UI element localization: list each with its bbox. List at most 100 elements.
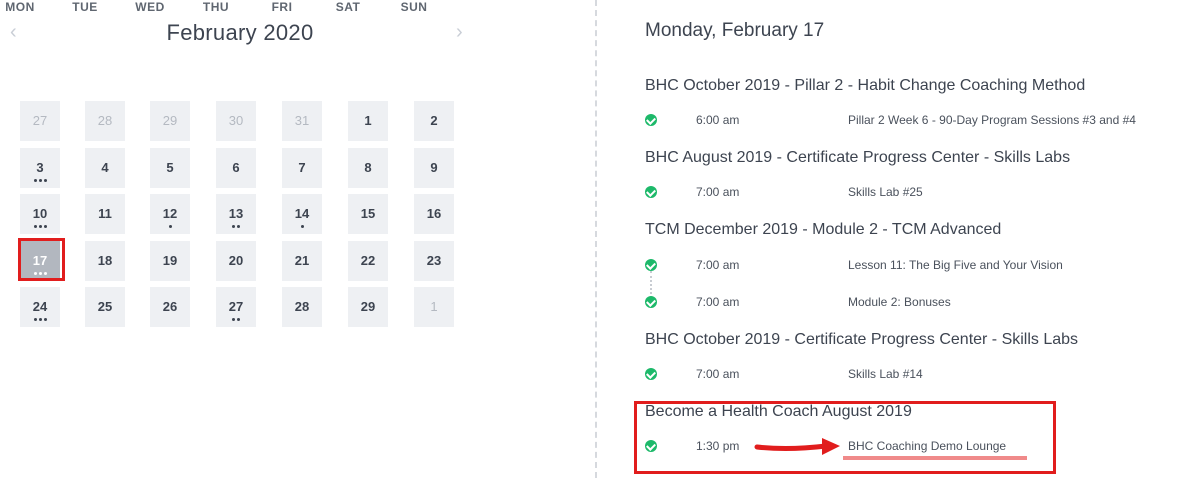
day-number: 2 [430,113,438,128]
session-row[interactable]: 7:00 am Skills Lab #25 [645,184,1181,202]
session-connector-line [650,271,652,294]
calendar-day[interactable]: 29 [150,101,190,141]
weekday-label: FRI [271,0,293,14]
session-time: 7:00 am [696,185,740,199]
session-time: 7:00 am [696,258,740,272]
day-title: Monday, February 17 [645,20,825,41]
calendar-day[interactable]: 8 [348,147,388,188]
calendar-day[interactable]: 24 [20,287,60,327]
session-time: 7:00 am [696,295,740,309]
day-number: 10 [32,206,48,221]
day-number: 18 [97,252,113,268]
calendar-day[interactable]: 1 [414,287,454,327]
event-dots-icon [282,221,322,228]
calendar-day[interactable]: 27 [216,287,256,327]
month-title: February 2020 [166,20,314,45]
chevron-right-icon[interactable]: › [456,22,463,42]
calendar-day[interactable]: 26 [150,287,190,327]
calendar-day[interactable]: 3 [20,147,60,188]
calendar-day[interactable]: 23 [414,240,454,281]
calendar-day[interactable]: 5 [150,147,190,188]
weekday-label: TUE [72,0,98,14]
day-number: 28 [294,299,310,314]
calendar-day[interactable]: 28 [85,101,125,141]
day-number: 25 [97,299,113,314]
weekday-label: WED [135,0,165,14]
session-name[interactable]: Pillar 2 Week 6 - 90-Day Program Session… [848,113,1136,127]
day-number: 22 [360,252,376,268]
weekday-label: THU [202,0,230,14]
check-circle-icon [645,186,657,198]
day-number: 19 [162,252,178,268]
calendar-day[interactable]: 6 [216,147,256,188]
calendar-day[interactable]: 1 [348,101,388,141]
session-row[interactable]: 6:00 am Pillar 2 Week 6 - 90-Day Program… [645,112,1181,130]
day-number: 8 [364,159,372,175]
annotation-underline [843,456,1027,460]
day-number: 1 [430,299,438,314]
calendar-day[interactable]: 27 [20,101,60,141]
calendar-day[interactable]: 28 [282,287,322,327]
day-number: 4 [101,159,109,175]
day-number: 27 [32,113,48,128]
annotation-arrow-icon [754,438,840,455]
day-number: 27 [228,299,244,314]
panel-divider [595,0,597,478]
event-dots-icon [216,221,256,228]
calendar-day[interactable]: 21 [282,240,322,281]
day-number: 16 [426,206,442,221]
session-row[interactable]: 7:00 am Module 2: Bonuses [645,294,1181,312]
calendar-day[interactable]: 18 [85,240,125,281]
calendar-day[interactable]: 22 [348,240,388,281]
check-circle-icon [645,114,657,126]
day-number: 29 [162,113,178,128]
day-number: 7 [298,159,306,175]
calendar-day[interactable]: 31 [282,101,322,141]
calendar-day[interactable]: 19 [150,240,190,281]
calendar-day[interactable]: 14 [282,194,322,234]
day-number: 29 [360,299,376,314]
day-number: 1 [364,113,372,128]
session-name[interactable]: Skills Lab #14 [848,367,923,381]
event-dots-icon [216,314,256,321]
session-name[interactable]: Lesson 11: The Big Five and Your Vision [848,258,1063,272]
day-number: 23 [426,252,442,268]
calendar-day[interactable]: 12 [150,194,190,234]
calendar-day[interactable]: 4 [85,147,125,188]
calendar-day[interactable]: 11 [85,194,125,234]
weekday-label: SUN [400,0,428,14]
check-circle-icon [645,296,657,308]
calendar-day[interactable]: 2 [414,101,454,141]
session-name[interactable]: Module 2: Bonuses [848,295,951,309]
course-title: BHC October 2019 - Pillar 2 - Habit Chan… [645,77,1086,94]
session-row[interactable]: 7:00 am Lesson 11: The Big Five and Your… [645,257,1181,275]
day-number: 28 [97,113,113,128]
calendar-panel: ‹ February 2020 › MON TUE WED THU FRI SAT SUN … [0,0,480,478]
calendar-day[interactable]: 9 [414,147,454,188]
day-number: 9 [430,159,438,175]
calendar-day[interactable]: 20 [216,240,256,281]
day-number: 5 [166,159,174,175]
day-number: 13 [228,206,244,221]
calendar-day[interactable]: 15 [348,194,388,234]
calendar-day[interactable]: 29 [348,287,388,327]
day-number: 20 [228,252,244,268]
calendar-day[interactable]: 30 [216,101,256,141]
calendar-day[interactable]: 13 [216,194,256,234]
calendar-day[interactable]: 16 [414,194,454,234]
weekday-label: SAT [335,0,361,14]
day-number: 11 [98,206,112,221]
session-row[interactable]: 7:00 am Skills Lab #14 [645,366,1181,384]
calendar-day[interactable]: 25 [85,287,125,327]
day-number: 31 [294,113,310,128]
day-number: 6 [232,159,240,175]
course-title: BHC October 2019 - Certificate Progress … [645,331,1079,348]
calendar-day[interactable]: 10 [20,194,60,234]
check-circle-icon [645,259,657,271]
day-number: 21 [294,252,310,268]
annotation-highlight-box [634,401,1056,474]
event-dots-icon [20,221,60,228]
calendar-day[interactable]: 7 [282,147,322,188]
day-number: 3 [36,159,44,175]
session-name[interactable]: Skills Lab #25 [848,185,923,199]
